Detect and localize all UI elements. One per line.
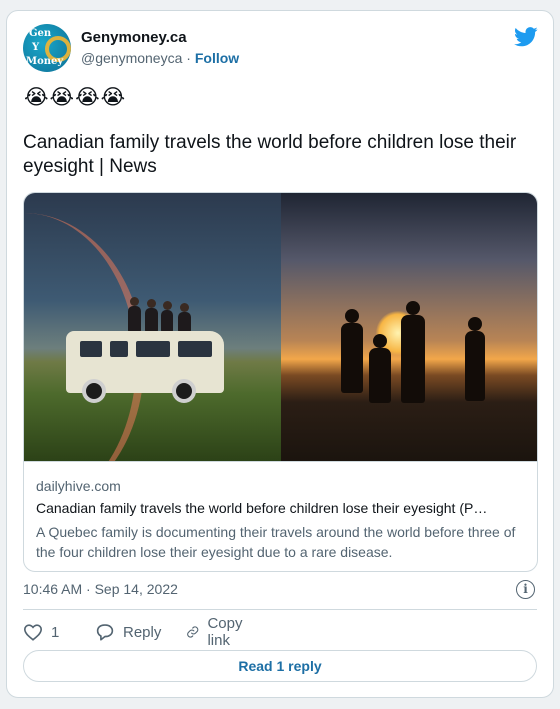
tweet-emojis: 😭😭😭😭 <box>24 86 127 109</box>
info-icon[interactable] <box>516 580 535 599</box>
avatar[interactable]: Gen Y Money <box>23 24 71 72</box>
twitter-bird-icon[interactable] <box>514 27 538 47</box>
preview-image-van <box>24 193 281 461</box>
person-figure <box>128 297 141 332</box>
avatar-text-3: Money <box>26 56 64 67</box>
tweet-timestamp[interactable]: 10:46 AM · Sep 14, 2022 <box>23 581 178 597</box>
van-wheel <box>172 379 196 403</box>
follow-button[interactable]: Follow <box>195 50 239 66</box>
avatar-text-1: Gen <box>29 28 52 39</box>
silhouette-figure <box>341 309 363 393</box>
author-name[interactable]: Genymoney.ca <box>81 29 187 46</box>
van-window <box>80 341 102 357</box>
person-figure <box>145 299 158 332</box>
link-description: A Quebec family is documenting their tra… <box>36 524 516 560</box>
embedded-tweet: Gen Y Money Genymoney.ca @genymoneyca · … <box>6 10 554 698</box>
heart-icon <box>23 624 43 641</box>
link-title: Canadian family travels the world before… <box>36 500 488 516</box>
like-count: 1 <box>51 623 60 641</box>
avatar-text-2: Y <box>32 42 40 53</box>
person-figure <box>178 303 191 332</box>
van-window <box>178 341 212 357</box>
silhouette-figure <box>465 317 485 401</box>
van-window <box>136 341 170 357</box>
author-handle[interactable]: @genymoneyca <box>81 50 182 66</box>
tweet-text: Canadian family travels the world before… <box>23 132 517 177</box>
speech-bubble-icon <box>96 624 114 641</box>
link-icon <box>187 626 199 638</box>
van-wheel <box>82 379 106 403</box>
divider <box>23 609 537 610</box>
preview-image-sunset <box>281 193 537 461</box>
copy-link-label: Copy link <box>207 615 243 649</box>
reply-button[interactable]: Reply <box>95 621 161 643</box>
link-card-meta: dailyhive.com Canadian family travels th… <box>24 461 537 571</box>
silhouette-figure <box>401 301 425 403</box>
van-window <box>110 341 128 357</box>
link-preview-card[interactable]: dailyhive.com Canadian family travels th… <box>23 192 538 572</box>
separator-dot: · <box>186 50 191 66</box>
silhouette-figure <box>369 334 391 403</box>
reply-label: Reply <box>123 623 162 641</box>
person-figure <box>161 301 173 332</box>
copy-link-button[interactable]: Copy link <box>186 615 249 649</box>
like-button[interactable]: 1 <box>23 621 59 643</box>
link-domain: dailyhive.com <box>36 478 121 494</box>
read-replies-button[interactable]: Read 1 reply <box>23 650 537 682</box>
author-handle-row: @genymoneyca · Follow <box>81 50 239 66</box>
